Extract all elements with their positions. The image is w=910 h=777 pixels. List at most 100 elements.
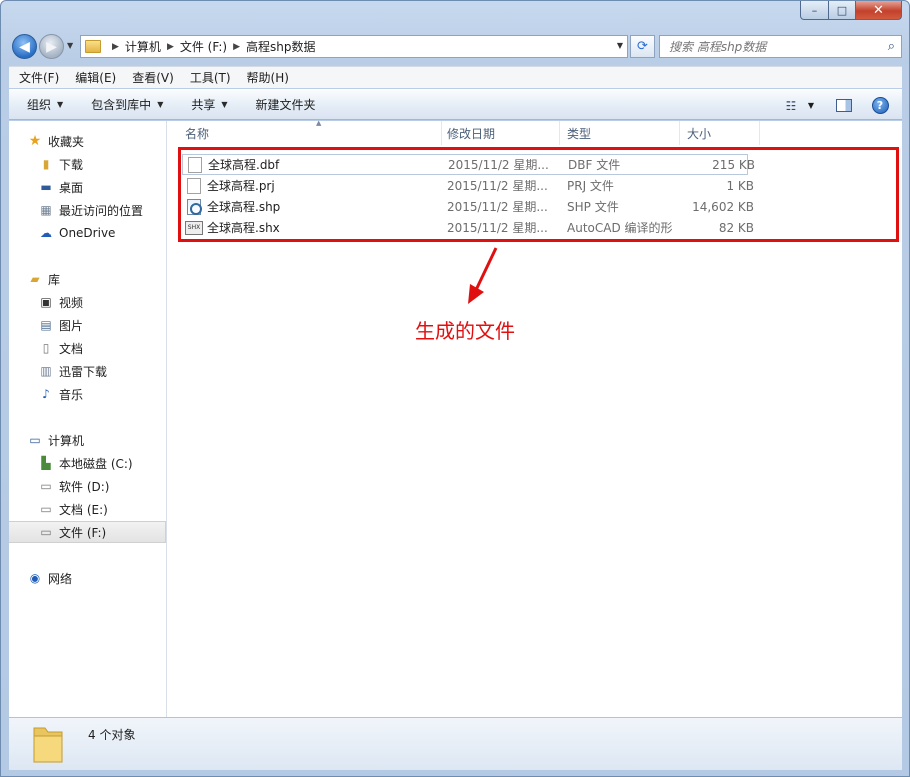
maximize-button[interactable]: □ [828,1,856,20]
search-box[interactable]: ⌕ [659,35,902,58]
sidebar-item-recent-places[interactable]: ▦ 最近访问的位置 [9,199,166,221]
help-button[interactable]: ? [869,90,891,121]
sidebar-item-drive-d[interactable]: ▭ 软件 (D:) [9,475,166,497]
sidebar-item-drive-e[interactable]: ▭ 文档 (E:) [9,498,166,520]
title-bar[interactable]: – □ ✕ [1,1,909,29]
sidebar-label: 收藏夹 [48,134,85,149]
chevron-down-icon: ▼ [57,100,64,109]
folder-icon [33,727,63,763]
organize-button[interactable]: 组织 ▼ [27,96,63,113]
include-in-library-button[interactable]: 包含到库中 ▼ [91,96,163,113]
preview-pane-button[interactable] [833,90,855,121]
address-bar[interactable]: ▶ 计算机 ▶ 文件 (F:) ▶ 高程shp数据 ▼ [80,35,628,58]
share-button[interactable]: 共享 ▼ [191,96,227,113]
navigation-row: ◀ ▶ ▼ ▶ 计算机 ▶ 文件 (F:) ▶ 高程shp数据 ▼ ⟳ ⌕ [1,32,909,62]
annotation-highlight-box [178,147,899,242]
menu-file[interactable]: 文件(F) [19,69,59,86]
column-name-label: 名称 [185,126,210,141]
back-button[interactable]: ◀ [12,34,37,59]
downloads-folder-icon: ▮ [42,157,50,171]
menu-view[interactable]: 查看(V) [132,69,174,86]
sidebar-item-drive-f[interactable]: ▭ 文件 (F:) [9,521,166,543]
hard-drive-icon: ▭ [40,525,52,539]
sidebar-item-onedrive[interactable]: ☁ OneDrive [9,222,166,244]
annotation-arrow-icon [468,247,498,304]
sidebar-network[interactable]: ◉ 网络 [9,567,166,589]
sidebar-label: 音乐 [59,387,84,402]
sidebar-item-videos[interactable]: ▣ 视频 [9,291,166,313]
include-library-label: 包含到库中 [91,98,152,112]
sidebar-label: 本地磁盘 (C:) [59,456,133,471]
sidebar-label: 计算机 [48,433,85,448]
sidebar-label: 文档 (E:) [59,502,108,517]
breadcrumb: ▶ 计算机 ▶ 文件 (F:) ▶ 高程shp数据 [106,38,315,55]
column-header-date[interactable]: 修改日期 [440,121,560,145]
sort-ascending-icon: ▲ [316,119,322,127]
chevron-right-icon[interactable]: ▶ [167,42,174,52]
new-folder-button[interactable]: 新建文件夹 [256,96,316,113]
sidebar-label: 视频 [59,295,84,310]
change-view-button[interactable]: ☷ [781,90,801,121]
back-arrow-icon: ◀ [19,38,30,55]
sidebar-label: OneDrive [59,226,116,240]
folder-icon [85,40,101,53]
network-icon: ◉ [29,571,41,585]
sidebar-label: 软件 (D:) [59,479,110,494]
sidebar-label: 迅雷下载 [59,364,108,379]
breadcrumb-current-folder[interactable]: 高程shp数据 [246,38,315,55]
thunder-downloads-icon: ▥ [40,364,52,378]
sidebar-libraries[interactable]: ▰ 库 [9,268,166,290]
help-icon: ? [871,97,889,114]
sidebar-label: 图片 [59,318,84,333]
sidebar-item-downloads[interactable]: ▮ 下载 [9,153,166,175]
hard-drive-icon: ▭ [40,479,52,493]
views-icon: ☷ [785,98,797,113]
chevron-right-icon[interactable]: ▶ [112,42,119,52]
sidebar-item-music[interactable]: ♪ 音乐 [9,383,166,405]
documents-icon: ▯ [42,341,50,355]
navigation-pane[interactable]: ★ 收藏夹 ▮ 下载 ▬ 桌面 ▦ 最近访问的位置 ☁ OneDrive ▰ 库 ▣ 视频 ▤… [9,121,167,717]
breadcrumb-computer[interactable]: 计算机 [125,38,161,55]
search-icon[interactable]: ⌕ [888,39,895,54]
sidebar-label: 网络 [48,571,73,586]
menu-help[interactable]: 帮助(H) [247,69,289,86]
library-folder-icon: ▰ [30,272,40,286]
sidebar-item-desktop[interactable]: ▬ 桌面 [9,176,166,198]
menu-edit[interactable]: 编辑(E) [75,69,116,86]
music-note-icon: ♪ [42,387,50,401]
column-header-size[interactable]: 大小 [680,121,760,145]
column-type-label: 类型 [567,126,592,141]
preview-pane-icon [836,99,852,112]
desktop-icon: ▬ [40,180,52,194]
sidebar-item-documents[interactable]: ▯ 文档 [9,337,166,359]
refresh-icon: ⟳ [637,39,648,54]
minimize-button[interactable]: – [800,1,829,20]
forward-button[interactable]: ▶ [39,34,64,59]
chevron-right-icon[interactable]: ▶ [233,42,240,52]
column-header-name[interactable]: 名称 ▲ [178,119,442,145]
cloud-icon: ☁ [40,226,52,240]
organize-label: 组织 [27,98,52,112]
command-bar: 组织 ▼ 包含到库中 ▼ 共享 ▼ 新建文件夹 ☷ ▼ ? [9,89,902,120]
search-input[interactable] [669,39,879,54]
recent-pages-dropdown[interactable]: ▼ [67,41,73,50]
breadcrumb-drive-f[interactable]: 文件 (F:) [180,38,227,55]
sidebar-item-thunder-downloads[interactable]: ▥ 迅雷下载 [9,360,166,382]
video-icon: ▣ [40,295,52,309]
sidebar-item-pictures[interactable]: ▤ 图片 [9,314,166,336]
close-button[interactable]: ✕ [855,1,902,20]
item-count: 4 个对象 [88,728,136,742]
menu-tools[interactable]: 工具(T) [190,69,231,86]
column-header-type[interactable]: 类型 [560,121,680,145]
refresh-button[interactable]: ⟳ [630,35,655,58]
sidebar-item-drive-c[interactable]: ▙ 本地磁盘 (C:) [9,452,166,474]
sidebar-favorites[interactable]: ★ 收藏夹 [9,130,166,152]
view-dropdown[interactable]: ▼ [804,90,818,121]
sidebar-computer[interactable]: ▭ 计算机 [9,429,166,451]
recent-places-icon: ▦ [40,203,52,217]
details-pane: 4 个对象 [9,717,902,770]
column-size-label: 大小 [687,126,712,141]
sidebar-label: 下载 [59,157,84,172]
explorer-window: – □ ✕ ◀ ▶ ▼ ▶ 计算机 ▶ 文件 (F:) ▶ 高程shp数据 ▼ … [0,0,910,777]
address-dropdown-icon[interactable]: ▼ [617,41,623,50]
